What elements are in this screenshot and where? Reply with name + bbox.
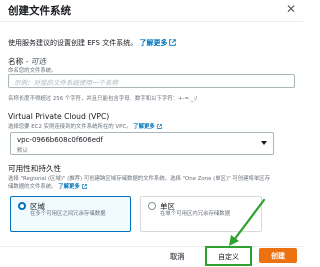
annotation-arrow-icon xyxy=(229,198,266,246)
